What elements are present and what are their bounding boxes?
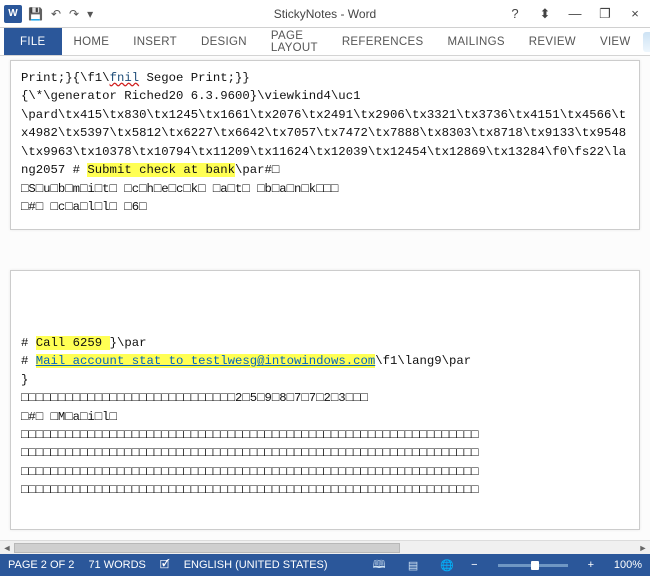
text-run-boxes: □□□□□□□□□□□□□□□□□□□□□□□□□□□□□□□□□□□□□□□□… [21, 483, 479, 497]
document-area: Print;}{\f1\fnil Segoe Print;}} {\*\gene… [0, 56, 650, 554]
redo-icon[interactable]: ↷ [69, 7, 79, 21]
scroll-track[interactable] [14, 543, 636, 553]
text-run: }\par [110, 336, 147, 350]
text-run: \par#□ [235, 163, 279, 177]
zoom-slider[interactable] [498, 564, 568, 567]
print-layout-icon[interactable]: ▤ [403, 558, 423, 572]
text-run-garbled: □#□ □M□a□i□l□ [21, 410, 117, 424]
highlight-run: Call 6259 [36, 336, 110, 350]
account-menu[interactable] [643, 28, 650, 55]
tab-page-layout[interactable]: PAGE LAYOUT [259, 28, 330, 55]
tab-review[interactable]: REVIEW [517, 28, 588, 55]
text-run: \f1\lang9\par [375, 354, 471, 368]
tab-file[interactable]: FILE [4, 28, 62, 55]
highlight-run-link[interactable]: Mail account stat to testlwesg@intowindo… [36, 354, 375, 368]
tab-insert[interactable]: INSERT [121, 28, 189, 55]
scroll-left-icon[interactable]: ◄ [0, 541, 14, 555]
page-indicator[interactable]: PAGE 2 OF 2 [8, 559, 74, 571]
zoom-in-button[interactable]: + [588, 559, 594, 571]
text-run: Segoe Print;}} [139, 71, 250, 85]
page-2-top[interactable]: # Call 6259 }\par # Mail account stat to… [10, 270, 640, 530]
horizontal-scrollbar[interactable]: ◄ ► [0, 540, 650, 554]
window-title: StickyNotes - Word [274, 7, 376, 21]
ribbon-tabs: FILE HOME INSERT DESIGN PAGE LAYOUT REFE… [0, 28, 650, 56]
zoom-out-button[interactable]: − [471, 559, 477, 571]
text-run-garbled: □S□u□b□m□i□t□ □c□h□e□c□k□ □a□t□ □b□a□n□k… [21, 182, 338, 196]
highlight-run: Submit check at bank [87, 163, 235, 177]
text-run: } [21, 373, 28, 387]
text-run-boxes: □□□□□□□□□□□□□□□□□□□□□□□□□□□□□□□□□□□□□□□□… [21, 446, 479, 460]
minimize-button[interactable]: — [560, 0, 590, 27]
restore-button[interactable]: ❐ [590, 0, 620, 27]
ribbon-display-options-button[interactable]: ⬍ [530, 0, 560, 27]
undo-icon[interactable]: ↶ [51, 7, 61, 21]
title-bar: W 💾 ↶ ↷ ▾ StickyNotes - Word ? ⬍ — ❐ × [0, 0, 650, 28]
tab-view[interactable]: VIEW [588, 28, 643, 55]
text-run-garbled: □□□□□□□□□□□□□□□□□□□□□□□□□□□□□2□5□9□8□7□7… [21, 391, 368, 405]
text-run-garbled: □#□ □c□a□l□l□ □6□ [21, 200, 146, 214]
tab-design[interactable]: DESIGN [189, 28, 259, 55]
save-icon[interactable]: 💾 [28, 7, 43, 21]
read-mode-icon[interactable]: 🕮 [369, 558, 389, 572]
help-button[interactable]: ? [500, 0, 530, 27]
text-run: # [21, 336, 36, 350]
avatar [643, 32, 650, 52]
pages-scroll[interactable]: Print;}{\f1\fnil Segoe Print;}} {\*\gene… [0, 56, 650, 540]
word-count[interactable]: 71 WORDS [88, 559, 145, 571]
word-app-icon: W [4, 5, 22, 23]
close-button[interactable]: × [620, 0, 650, 27]
text-run-spellerror: fnil [110, 71, 140, 85]
page-1-bottom[interactable]: Print;}{\f1\fnil Segoe Print;}} {\*\gene… [10, 60, 640, 230]
text-run-boxes: □□□□□□□□□□□□□□□□□□□□□□□□□□□□□□□□□□□□□□□□… [21, 428, 479, 442]
zoom-slider-knob[interactable] [531, 561, 539, 570]
text-run: # [21, 354, 36, 368]
text-run: Print;}{\f1\ [21, 71, 110, 85]
quick-access-toolbar: 💾 ↶ ↷ ▾ [28, 7, 93, 21]
web-layout-icon[interactable]: 🌐 [437, 558, 457, 572]
tab-references[interactable]: REFERENCES [330, 28, 436, 55]
tab-home[interactable]: HOME [62, 28, 122, 55]
scroll-right-icon[interactable]: ► [636, 541, 650, 555]
language-indicator[interactable]: ENGLISH (UNITED STATES) [184, 559, 328, 571]
zoom-percentage[interactable]: 100% [608, 559, 642, 571]
status-bar: PAGE 2 OF 2 71 WORDS 🗹 ENGLISH (UNITED S… [0, 554, 650, 576]
tab-mailings[interactable]: MAILINGS [435, 28, 516, 55]
proofing-icon[interactable]: 🗹 [160, 556, 170, 575]
text-run-boxes: □□□□□□□□□□□□□□□□□□□□□□□□□□□□□□□□□□□□□□□□… [21, 465, 479, 479]
qat-dropdown-icon[interactable]: ▾ [87, 7, 93, 21]
text-run: {\*\generator Riched20 6.3.9600}\viewkin… [21, 89, 360, 103]
page-gap [10, 230, 640, 270]
scroll-thumb[interactable] [14, 543, 400, 553]
